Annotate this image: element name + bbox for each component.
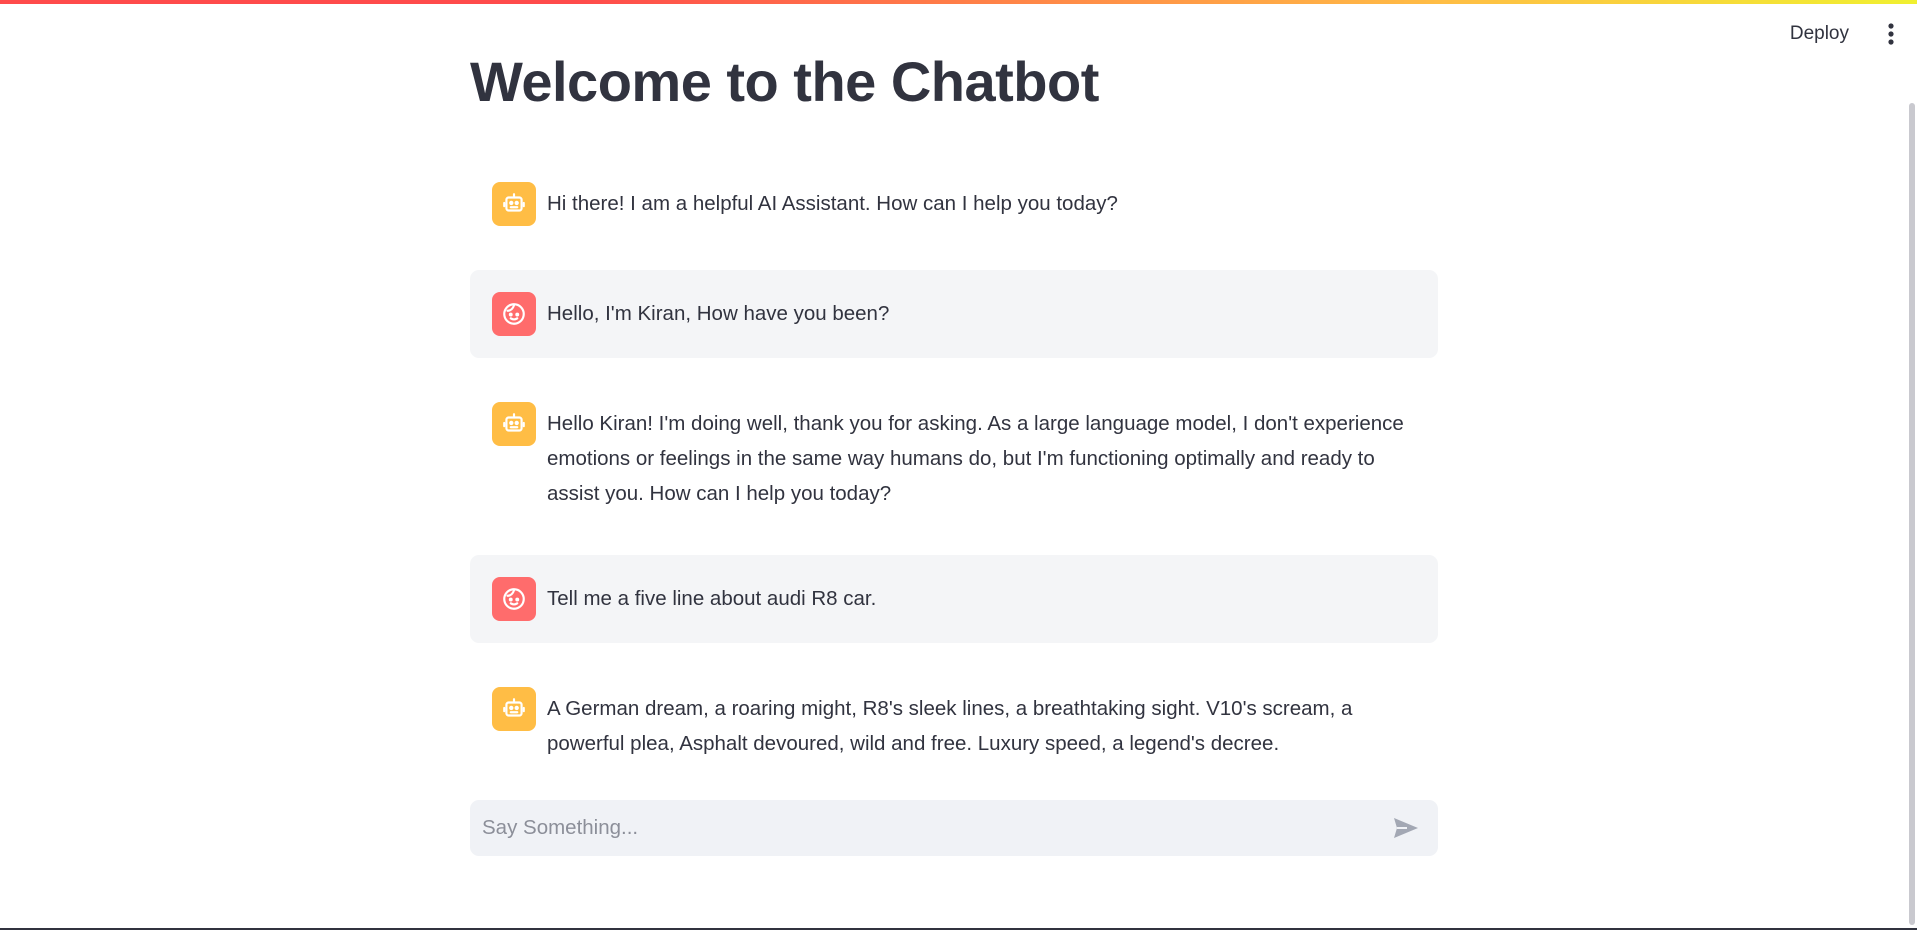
- app-header: Deploy: [1776, 6, 1917, 62]
- robot-icon: [492, 182, 536, 226]
- message-text: Hi there! I am a helpful AI Assistant. H…: [547, 192, 1118, 215]
- message-text: Tell me a five line about audi R8 car.: [547, 587, 877, 610]
- message-list: Hi there! I am a helpful AI Assistant. H…: [470, 160, 1438, 783]
- message-text: Hello, I'm Kiran, How have you been?: [547, 302, 890, 325]
- smiley-face-icon: [492, 577, 536, 621]
- message-text: Hello Kiran! I'm doing well, thank you f…: [547, 412, 1404, 505]
- chat-message-user: Tell me a five line about audi R8 car.: [470, 555, 1438, 643]
- main-content: Welcome to the Chatbot Hi there! I am a …: [470, 40, 1438, 805]
- chat-input-container: [470, 800, 1438, 856]
- page-title: Welcome to the Chatbot: [470, 50, 1099, 113]
- deploy-button[interactable]: Deploy: [1776, 15, 1863, 53]
- message-text: A German dream, a roaring might, R8's sl…: [547, 697, 1353, 755]
- send-arrow-icon[interactable]: [1382, 804, 1430, 852]
- decoration-bar: [0, 0, 1917, 4]
- chat-input[interactable]: [470, 800, 1382, 856]
- chat-message-assistant: Hi there! I am a helpful AI Assistant. H…: [470, 160, 1438, 248]
- chat-message-assistant: Hello Kiran! I'm doing well, thank you f…: [470, 380, 1438, 533]
- robot-icon: [492, 402, 536, 446]
- robot-icon: [492, 687, 536, 731]
- chat-message-user: Hello, I'm Kiran, How have you been?: [470, 270, 1438, 358]
- smiley-face-icon: [492, 292, 536, 336]
- vertical-ellipsis-icon[interactable]: [1871, 14, 1911, 54]
- page-scrollbar[interactable]: [1909, 103, 1915, 925]
- chat-message-assistant: A German dream, a roaring might, R8's sl…: [470, 665, 1438, 783]
